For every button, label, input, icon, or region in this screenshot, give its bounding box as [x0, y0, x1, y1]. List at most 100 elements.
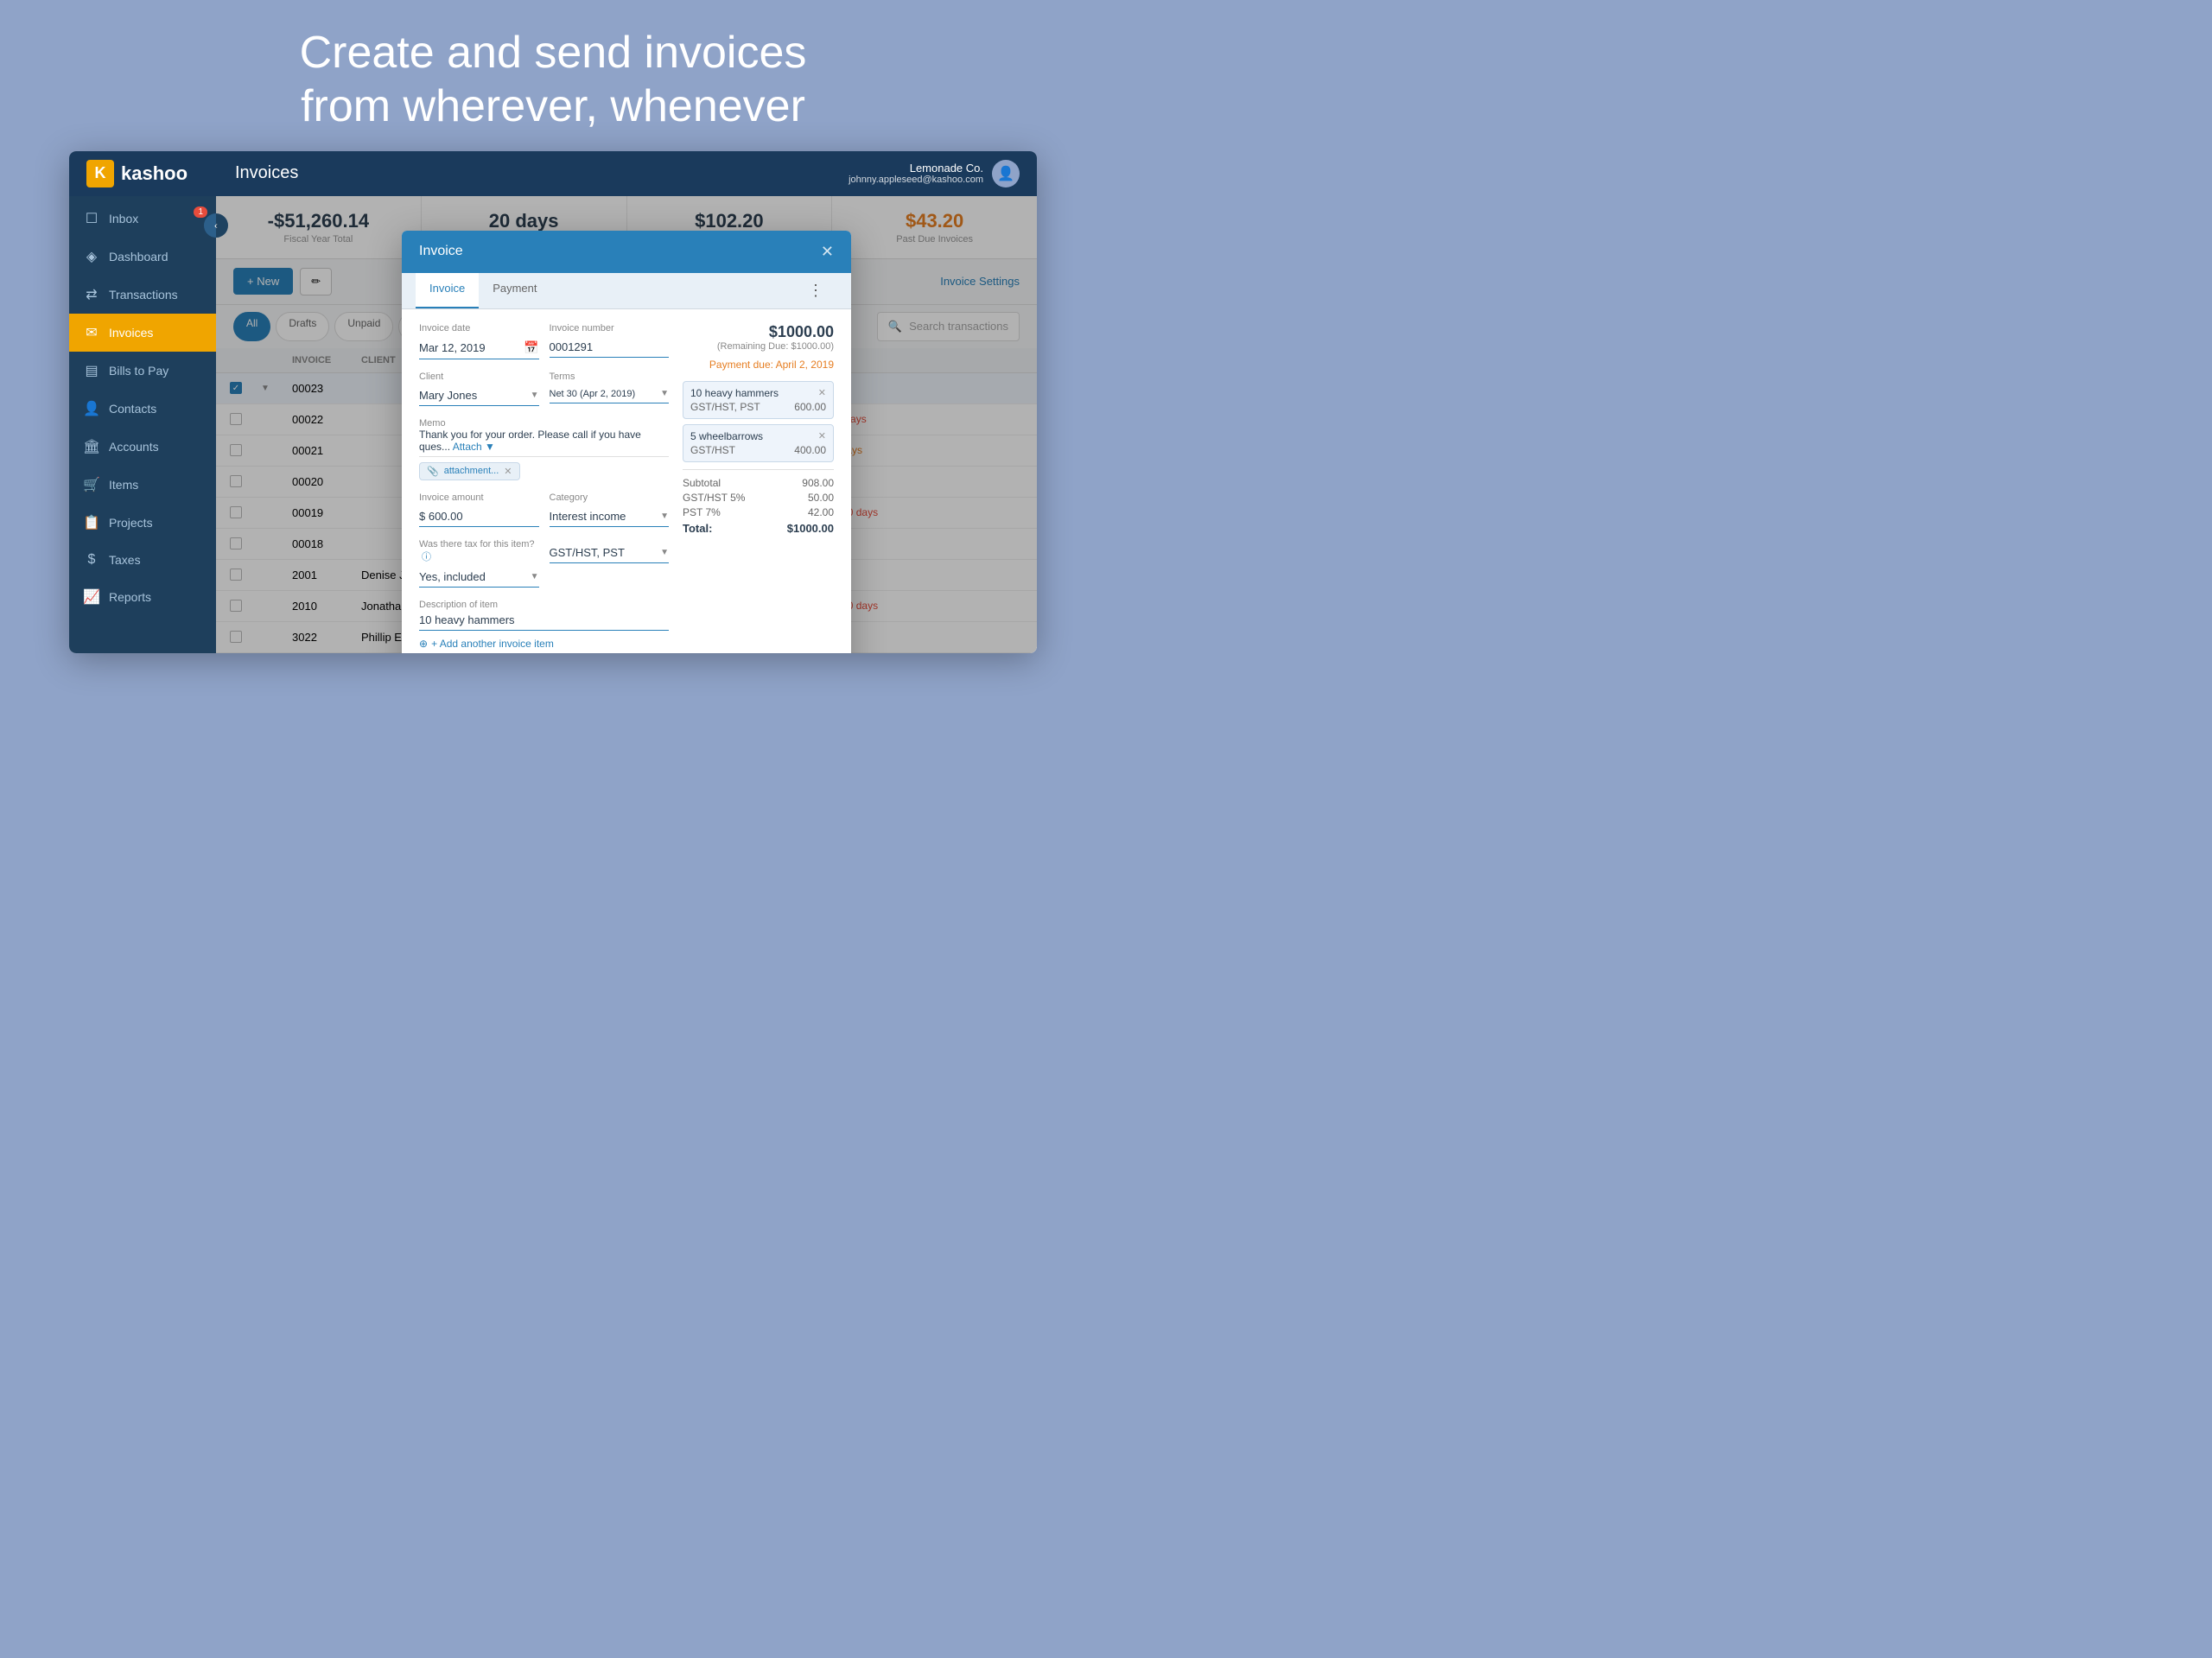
attachment-chip[interactable]: 📎 attachment... ✕ — [419, 462, 520, 480]
modal-tabs: Invoice Payment ⋮ — [402, 273, 851, 309]
invoice-modal: Invoice ✕ Invoice Payment ⋮ — [402, 231, 851, 653]
item-chip-2: 5 wheelbarrows ✕ GST/HST 400.00 — [683, 424, 834, 462]
sidebar-item-projects[interactable]: 📋 Projects — [69, 504, 216, 542]
item-name: 5 wheelbarrows — [690, 430, 763, 442]
dashboard-icon: ◈ — [83, 248, 100, 265]
invoice-number-input[interactable]: 0001291 — [550, 337, 670, 358]
tab-invoice[interactable]: Invoice — [416, 273, 479, 308]
top-bar: K kashoo Invoices Lemonade Co. johnny.ap… — [69, 151, 1037, 196]
modal-right: $1000.00 (Remaining Due: $1000.00) Payme… — [683, 323, 834, 650]
remove-attachment-icon[interactable]: ✕ — [504, 466, 512, 477]
amount-label: Invoice amount — [419, 492, 539, 503]
memo-text[interactable]: Thank you for your order. Please call if… — [419, 429, 669, 457]
add-item-link[interactable]: ⊕ + Add another invoice item — [419, 638, 669, 650]
terms-group: Terms Net 30 (Apr 2, 2019) ▼ — [550, 372, 670, 406]
description-row: Description of item 10 heavy hammers — [419, 600, 669, 631]
sidebar-item-label: Dashboard — [109, 250, 168, 264]
sidebar-item-inbox[interactable]: ☐ Inbox 1 — [69, 200, 216, 238]
tab-payment[interactable]: Payment — [479, 273, 550, 308]
pst-label: PST 7% — [683, 506, 721, 518]
item-tax: GST/HST — [690, 444, 735, 456]
sidebar-item-contacts[interactable]: 👤 Contacts — [69, 390, 216, 428]
invoice-number-group: Invoice number 0001291 — [550, 323, 670, 359]
subtotal-row: Subtotal 908.00 — [683, 477, 834, 489]
total-value: $1000.00 — [787, 522, 834, 535]
app-window: K kashoo Invoices Lemonade Co. johnny.ap… — [69, 151, 1037, 653]
client-select[interactable]: Mary Jones ▼ — [419, 385, 539, 406]
content-wrapper: ‹ ☐ Inbox 1 ◈ Dashboard ⇄ Transactions ✉… — [69, 196, 1037, 653]
more-options-button[interactable]: ⋮ — [794, 273, 837, 308]
form-row-date-number: Invoice date Mar 12, 2019 📅 Invoice numb… — [419, 323, 669, 359]
sidebar-item-transactions[interactable]: ⇄ Transactions — [69, 276, 216, 314]
invoice-date-input[interactable]: Mar 12, 2019 📅 — [419, 337, 539, 359]
tax-select[interactable]: Yes, included ▼ — [419, 567, 539, 588]
payment-due: Payment due: April 2, 2019 — [683, 359, 834, 371]
bills-icon: ▤ — [83, 362, 100, 379]
user-company: Lemonade Co. — [849, 162, 983, 175]
sidebar-item-label: Contacts — [109, 402, 156, 416]
invoice-date-label: Invoice date — [419, 323, 539, 334]
sidebar-item-label: Transactions — [109, 288, 178, 302]
terms-label: Terms — [550, 372, 670, 382]
add-icon: ⊕ — [419, 638, 428, 650]
pst-value: 42.00 — [808, 506, 834, 518]
contacts-icon: 👤 — [83, 400, 100, 417]
sidebar-item-label: Items — [109, 478, 138, 492]
tax-type-group: GST/HST, PST ▼ — [550, 539, 670, 588]
attachment-icon: 📎 — [427, 466, 439, 477]
item-name: 10 heavy hammers — [690, 387, 779, 399]
sidebar-item-invoices[interactable]: ✉ Invoices — [69, 314, 216, 352]
category-select[interactable]: Interest income ▼ — [550, 506, 670, 527]
client-label: Client — [419, 372, 539, 382]
totals-section: Subtotal 908.00 GST/HST 5% 50.00 PST 7% … — [683, 469, 834, 535]
sidebar-item-bills[interactable]: ▤ Bills to Pay — [69, 352, 216, 390]
gst-value: 50.00 — [808, 492, 834, 504]
amount-input[interactable]: $ 600.00 — [419, 506, 539, 527]
client-group: Client Mary Jones ▼ — [419, 372, 539, 406]
total-row: Total: $1000.00 — [683, 522, 834, 535]
modal-title: Invoice — [419, 244, 463, 259]
calendar-icon: 📅 — [524, 340, 538, 355]
amount-group: Invoice amount $ 600.00 — [419, 492, 539, 527]
sidebar-item-label: Reports — [109, 590, 151, 604]
gst-row: GST/HST 5% 50.00 — [683, 492, 834, 504]
remove-item-button[interactable]: ✕ — [818, 430, 826, 441]
pst-row: PST 7% 42.00 — [683, 506, 834, 518]
tax-question-label: Was there tax for this item? ⓘ — [419, 539, 539, 563]
sidebar-item-accounts[interactable]: 🏛 Accounts — [69, 428, 216, 466]
sidebar: ‹ ☐ Inbox 1 ◈ Dashboard ⇄ Transactions ✉… — [69, 196, 216, 653]
sidebar-item-taxes[interactable]: $ Taxes — [69, 542, 216, 578]
form-row-client-terms: Client Mary Jones ▼ Terms Net 3 — [419, 372, 669, 406]
main-content: -$51,260.14 Fiscal Year Total 20 days Av… — [216, 196, 1037, 653]
inbox-badge: 1 — [194, 206, 207, 218]
tax-type-select[interactable]: GST/HST, PST ▼ — [550, 543, 670, 563]
accounts-icon: 🏛 — [83, 438, 100, 455]
modal-body: Invoice date Mar 12, 2019 📅 Invoice numb… — [402, 309, 851, 653]
sidebar-item-label: Taxes — [109, 553, 141, 567]
modal-overlay: Invoice ✕ Invoice Payment ⋮ — [216, 196, 1037, 653]
invoice-date-group: Invoice date Mar 12, 2019 📅 — [419, 323, 539, 359]
logo-icon: K — [86, 160, 114, 187]
item-tax: GST/HST, PST — [690, 401, 760, 413]
transactions-icon: ⇄ — [83, 286, 100, 303]
sidebar-item-label: Accounts — [109, 440, 159, 454]
subtotal-label: Subtotal — [683, 477, 721, 489]
desc-input[interactable]: 10 heavy hammers — [419, 610, 669, 631]
item-amount: 600.00 — [794, 401, 826, 413]
terms-select[interactable]: Net 30 (Apr 2, 2019) ▼ — [550, 385, 670, 403]
user-area: Lemonade Co. johnny.appleseed@kashoo.com… — [849, 160, 1020, 187]
sidebar-item-label: Bills to Pay — [109, 364, 168, 378]
amount-remaining: (Remaining Due: $1000.00) — [683, 341, 834, 352]
logo-area: K kashoo — [86, 160, 225, 187]
modal-close-button[interactable]: ✕ — [821, 243, 834, 261]
amount-big: $1000.00 — [683, 323, 834, 341]
modal-header: Invoice ✕ — [402, 231, 851, 273]
sidebar-item-dashboard[interactable]: ◈ Dashboard — [69, 238, 216, 276]
remove-item-button[interactable]: ✕ — [818, 387, 826, 398]
invoices-icon: ✉ — [83, 324, 100, 341]
sidebar-item-reports[interactable]: 📈 Reports — [69, 578, 216, 616]
avatar: 👤 — [992, 160, 1020, 187]
sidebar-item-label: Projects — [109, 516, 153, 530]
gst-label: GST/HST 5% — [683, 492, 745, 504]
sidebar-item-items[interactable]: 🛒 Items — [69, 466, 216, 504]
